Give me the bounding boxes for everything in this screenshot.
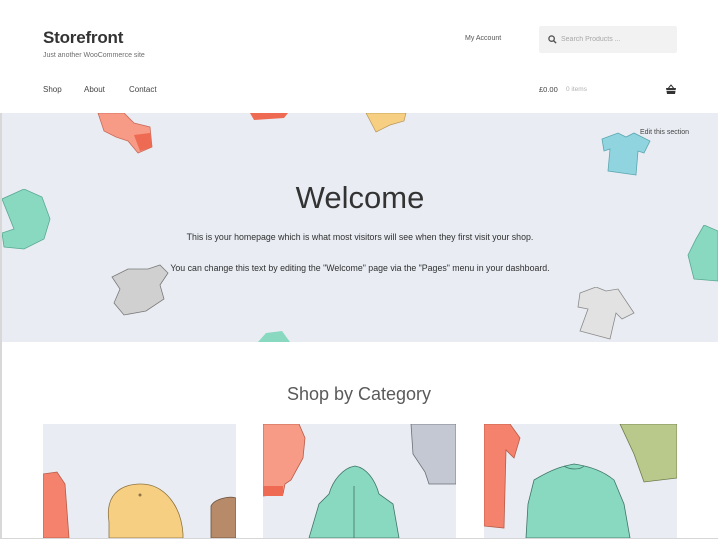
cart-total[interactable]: £0.00 — [539, 85, 558, 94]
grey-tshirt-illustration — [577, 287, 635, 340]
cart-count[interactable]: 0 items — [566, 86, 587, 93]
category-card-hoodies[interactable] — [263, 424, 456, 538]
site-tagline: Just another WooCommerce site — [43, 52, 145, 59]
accessories-illustration — [43, 471, 236, 538]
site-title[interactable]: Storefront — [43, 28, 123, 48]
welcome-hero: Edit this section Welcome This is your h… — [2, 113, 718, 342]
tshirts-illustration — [484, 424, 677, 538]
hero-text-line: You can change this text by editing the … — [170, 263, 550, 273]
shop-by-category-title: Shop by Category — [286, 384, 432, 404]
edit-section-link[interactable]: Edit this section — [640, 129, 689, 136]
mint-garment-illustration — [258, 331, 290, 342]
site-header: Storefront Just another WooCommerce site… — [0, 0, 718, 113]
nav-item-shop[interactable]: Shop — [43, 85, 62, 94]
product-search — [539, 26, 677, 53]
nav-item-about[interactable]: About — [84, 85, 105, 94]
hero-title: Welcome — [295, 180, 425, 215]
coral-garment-illustration — [250, 113, 288, 120]
search-icon — [548, 35, 557, 44]
search-input[interactable] — [561, 26, 673, 53]
blue-polo-illustration — [601, 132, 651, 176]
coral-sweater-illustration — [97, 113, 153, 154]
yellow-cap-illustration — [365, 113, 407, 133]
hoodies-illustration — [263, 424, 456, 538]
category-card-tshirts[interactable] — [484, 424, 677, 538]
nav-item-contact[interactable]: Contact — [129, 85, 157, 94]
hero-text-line: This is your homepage which is what most… — [186, 232, 534, 242]
my-account-link[interactable]: My Account — [465, 35, 501, 42]
category-card-accessories[interactable] — [43, 424, 236, 538]
basket-icon[interactable] — [665, 84, 677, 95]
